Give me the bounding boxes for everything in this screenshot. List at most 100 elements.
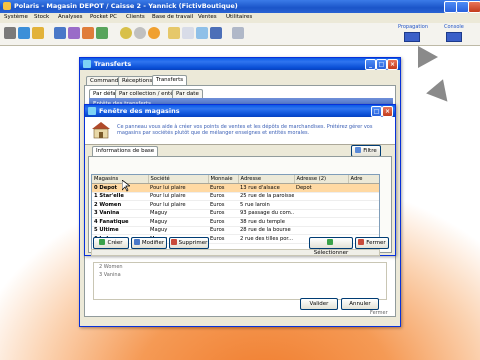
cell-societe: Pour lui plaire [148,192,208,201]
calendar-icon[interactable] [196,27,208,39]
cell-adresse-2 [294,200,348,210]
delete-button[interactable]: Supprimer [169,237,209,249]
description-text: Ce panneau vous aide à créer vos points … [117,124,373,136]
delete-label: Supprimer [178,240,208,246]
cell-magasin: 2 Women [92,200,148,210]
select-button[interactable]: Sélectionner [309,237,353,256]
edit-icon [133,239,140,245]
cell-adresse-3 [348,217,379,227]
box-icon[interactable] [32,27,44,39]
table-row[interactable]: 2 Women Pour lui plaire Euros 5 rue laro… [92,200,379,210]
table-row[interactable]: 0 Depot Pour lui plaire Euros 13 rue d'a… [92,183,379,193]
cell-monnaie: Euros [208,234,238,244]
transferts-title-bar: Transferts _ □ × [80,58,400,70]
column-header-adresse-3[interactable]: Adre [348,175,379,184]
tools-icon[interactable] [4,27,16,39]
close-icon[interactable] [468,1,480,13]
column-header-societe[interactable]: Société [148,175,209,184]
table-row[interactable]: 5 Ultime Maguy Euros 28 rue de la bourse [92,226,379,235]
check-icon [327,239,333,245]
menu-utilitaires[interactable]: Utilitaires [226,14,252,20]
maximize-icon[interactable]: □ [371,106,382,117]
column-header-magasins[interactable]: Magasins [92,175,149,184]
cell-monnaie: Euros [208,217,238,227]
console-indicator[interactable] [446,32,462,42]
column-header-adresse[interactable]: Adresse [238,175,295,184]
table-row[interactable]: 4 Fanatique Maguy Euros 38 rue du temple [92,217,379,227]
cell-adresse: 38 rue du temple [238,217,294,227]
folder-icon[interactable] [168,27,180,39]
cell-societe: Maguy [148,217,208,227]
propagation-label: Propagation [398,24,428,30]
document-icon[interactable] [182,27,194,39]
toolbar: Propagation Console [0,23,480,46]
edit-icon[interactable] [96,27,108,39]
menu-stock[interactable]: Stock [34,14,49,20]
transferts-close-label[interactable]: Fermer [370,310,388,316]
delete-icon [170,239,177,245]
coin-icon[interactable] [120,27,132,39]
cell-adresse-2 [294,209,348,218]
minimize-icon[interactable]: _ [365,59,376,70]
propagation-indicator[interactable] [404,32,420,42]
grid-header-row: Magasins Société Monnaie Adresse Adresse… [92,175,379,184]
menu-ventes[interactable]: Ventes [198,14,217,20]
magasins-window: Fenêtre des magasins □ × Ce panneau vous… [84,104,396,256]
cell-adresse-3 [348,226,379,235]
refresh-icon[interactable] [148,27,160,39]
cell-adresse: 13 rue d'alsace [238,183,294,193]
card-icon[interactable] [210,27,222,39]
tag-icon[interactable] [68,27,80,39]
description-panel: Ce panneau vous aide à créer vos points … [85,117,395,145]
chart-icon[interactable] [82,27,94,39]
app-title-bar: Polaris - Magasin DEPOT / Caisse 2 - Yan… [0,0,480,13]
menu-analyses[interactable]: Analyses [58,14,83,20]
cell-societe: Pour lui plaire [148,183,208,193]
cell-adresse: 5 rue laroin [238,200,294,210]
mouse-cursor-icon [122,180,130,192]
cell-adresse-2 [294,217,348,227]
create-button[interactable]: Créer [93,237,129,249]
validate-button[interactable]: Valider [300,298,338,310]
printer-icon[interactable] [232,27,244,39]
app-logo-icon [3,2,11,10]
app-title: Polaris - Magasin DEPOT / Caisse 2 - Yan… [14,2,238,10]
modify-button[interactable]: Modifier [131,237,167,249]
cell-adresse-2: Depot [294,183,348,193]
cell-monnaie: Euros [208,192,238,201]
menu-systeme[interactable]: Système [4,14,28,20]
cell-adresse-3 [348,192,379,201]
stock-icon[interactable] [18,27,30,39]
cell-adresse-2 [294,192,348,201]
close-icon[interactable]: × [387,59,398,70]
console-label: Console [444,24,464,30]
create-label: Créer [107,240,123,246]
table-row[interactable]: 1 Star'elle Pour lui plaire Euros 25 rue… [92,192,379,201]
cell-adresse-3 [348,200,379,210]
close-icon[interactable]: × [382,106,393,117]
cd-icon[interactable] [134,27,146,39]
cell-societe: Maguy [148,209,208,218]
menu-pocket-pc[interactable]: Pocket PC [90,14,117,20]
close-button[interactable]: Fermer [355,237,389,249]
table-row[interactable]: 3 Vanina Maguy Euros 93 passage du com..… [92,209,379,218]
cell-magasin: 3 Vanina [92,209,148,218]
users-icon[interactable] [54,27,66,39]
cell-societe: Maguy [148,226,208,235]
menu-clients[interactable]: Clients [126,14,145,20]
menu-base-de-travail[interactable]: Base de travail [152,14,193,20]
cell-monnaie: Euros [208,209,238,218]
arrow-decoration [418,46,438,68]
cell-adresse: 2 rue des tilles por... [238,234,294,244]
cancel-button[interactable]: Annuler [341,298,379,310]
cell-adresse: 93 passage du com... [238,209,294,218]
cell-magasin: 1 Star'elle [92,192,148,201]
window-icon [83,60,91,68]
cell-monnaie: Euros [208,226,238,235]
maximize-icon[interactable]: □ [376,59,387,70]
column-header-monnaie[interactable]: Monnaie [208,175,239,184]
cell-magasin: 5 Ultime [92,226,148,235]
column-header-adresse-2[interactable]: Adresse (2) [294,175,349,184]
cell-adresse: 25 rue de la paroisse [238,192,294,201]
cell-adresse-3 [348,209,379,218]
